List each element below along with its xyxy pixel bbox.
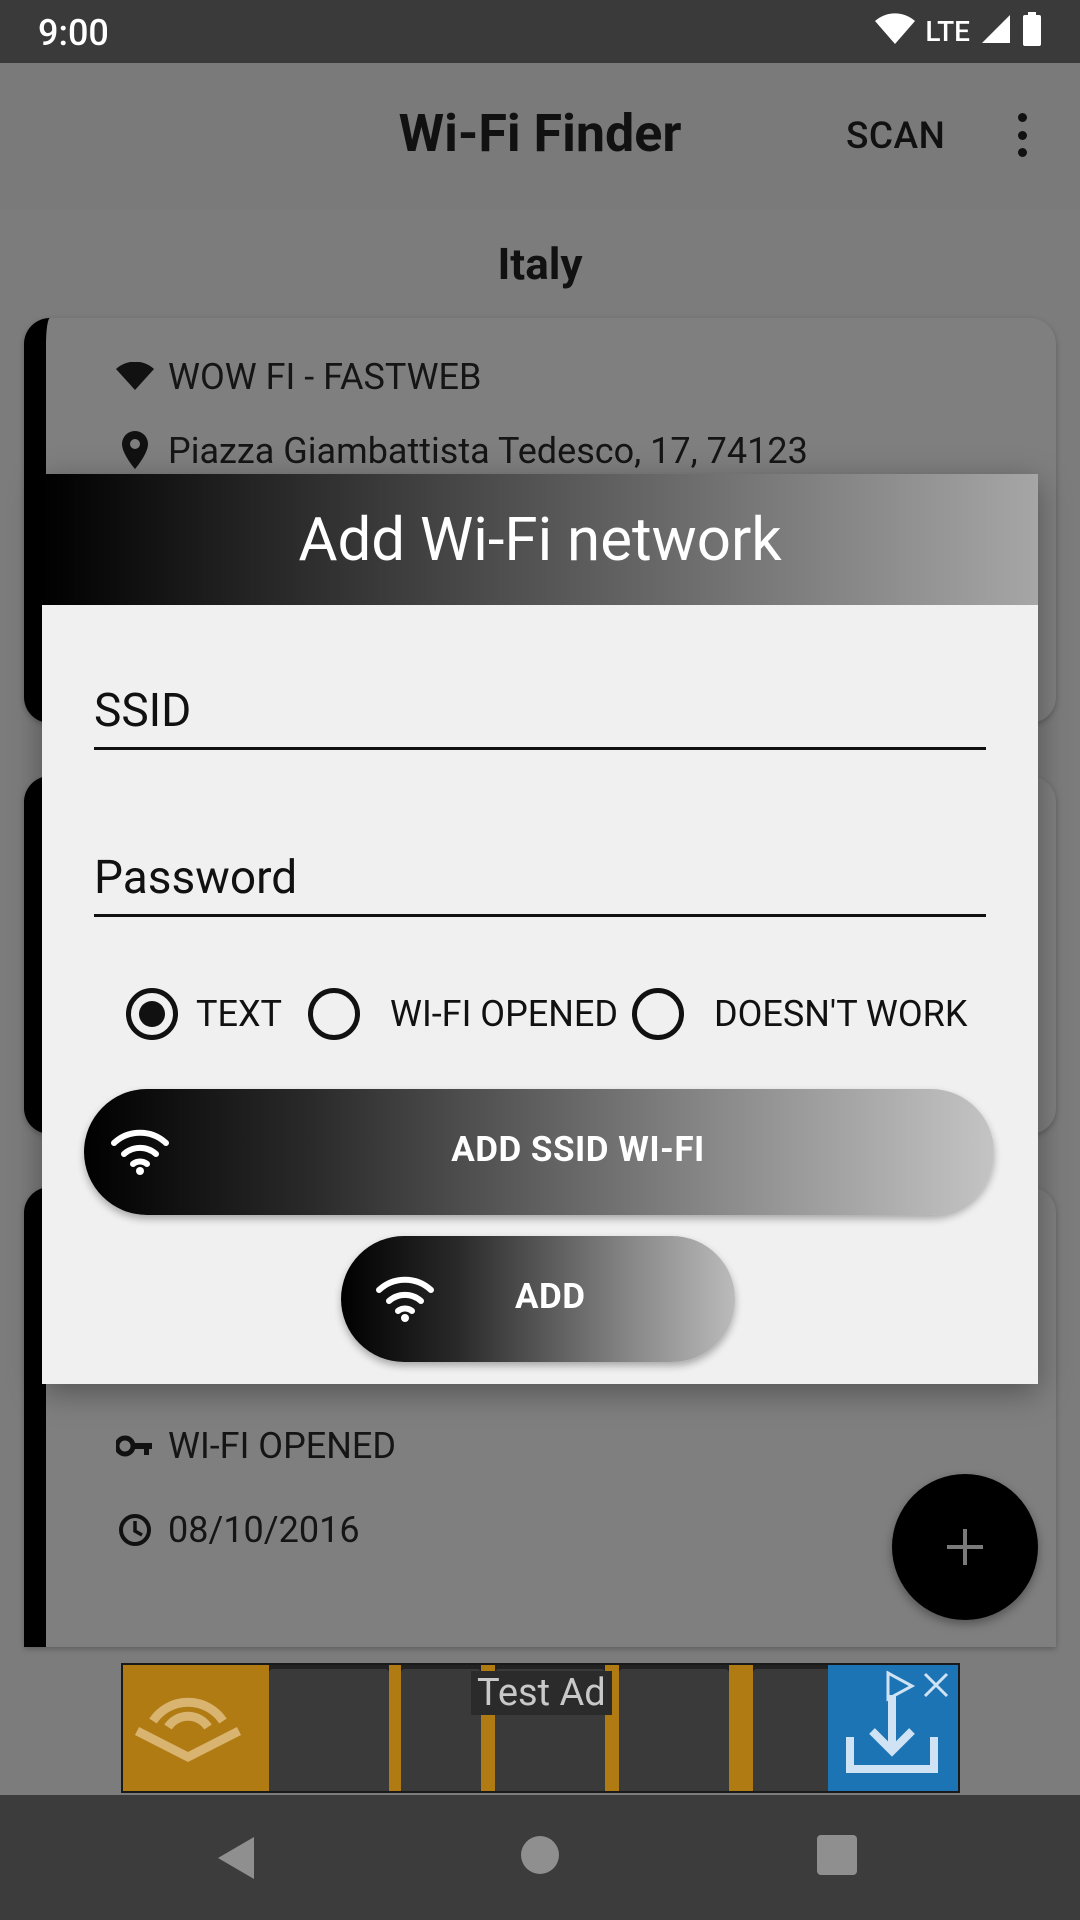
key-icon: [116, 1427, 154, 1465]
radio-unselected-icon: [308, 988, 360, 1040]
radio-unselected-icon: [632, 988, 685, 1040]
card-address-row: Piazza Giambattista Tedesco, 17, 74123: [116, 430, 808, 472]
card-network-row: WOW FI - FASTWEB: [116, 356, 481, 398]
dialog-title: Add Wi-Fi network: [298, 504, 782, 575]
navigation-bar: [0, 1795, 1080, 1920]
ssid-input[interactable]: [94, 684, 986, 738]
scan-button[interactable]: SCAN: [846, 115, 945, 158]
audible-logo-icon: [134, 1697, 242, 1763]
wifi-icon: [116, 358, 154, 396]
add-button[interactable]: ADD: [341, 1236, 735, 1362]
add-label: ADD: [515, 1276, 586, 1317]
ssid-field: [94, 684, 986, 750]
radio-label: DOESN'T WORK: [714, 993, 968, 1035]
ad-logo-panel: [123, 1665, 253, 1791]
battery-icon: [1022, 12, 1042, 50]
card-date-row: 08/10/2016: [116, 1509, 360, 1551]
add-ssid-wifi-label: ADD SSID WI-FI: [451, 1129, 705, 1170]
add-network-dialog: Add Wi-Fi network TEXT WI-FI OPENED DOES…: [42, 474, 1038, 1384]
wifi-signal-icon: [875, 13, 916, 49]
more-options-icon[interactable]: [1012, 113, 1032, 157]
adchoices-icon[interactable]: [882, 1669, 916, 1707]
ad-screenshot: [753, 1669, 833, 1791]
ad-screenshot: [269, 1669, 389, 1791]
back-icon[interactable]: [214, 1835, 260, 1881]
recents-icon[interactable]: [817, 1835, 857, 1875]
radio-label: TEXT: [196, 993, 282, 1035]
clock-icon: [116, 1511, 154, 1549]
location-pin-icon: [116, 431, 154, 470]
network-type: LTE: [925, 14, 970, 48]
ad-screenshot: [401, 1669, 481, 1791]
app-bar: Wi-Fi Finder SCAN: [0, 63, 1080, 210]
ad-label: Test Ad: [471, 1671, 612, 1715]
radio-doesnt-work[interactable]: DOESN'T WORK: [632, 988, 967, 1040]
password-field: [94, 851, 986, 917]
radio-label: WI-FI OPENED: [390, 993, 619, 1035]
radio-selected-icon: [126, 988, 178, 1040]
ad-banner[interactable]: Test Ad: [121, 1663, 960, 1793]
card-date: 08/10/2016: [168, 1509, 360, 1551]
status-bar: 9:00 LTE: [0, 0, 1080, 63]
password-input[interactable]: [94, 851, 986, 905]
status-icons: LTE: [875, 12, 1042, 50]
ad-screenshot: [619, 1669, 729, 1791]
card-network-name: WOW FI - FASTWEB: [168, 356, 482, 398]
status-time: 9:00: [38, 12, 109, 54]
radio-text[interactable]: TEXT: [126, 988, 282, 1040]
home-icon[interactable]: [520, 1835, 560, 1875]
plus-icon: [947, 1529, 983, 1565]
ad-close-icon[interactable]: [920, 1669, 952, 1705]
add-network-fab[interactable]: [892, 1474, 1038, 1620]
wifi-icon: [376, 1276, 434, 1322]
card-address: Piazza Giambattista Tedesco, 17, 74123: [168, 430, 808, 472]
cell-signal-icon: [980, 13, 1012, 49]
card-security: WI-FI OPENED: [168, 1425, 397, 1467]
dialog-header: Add Wi-Fi network: [42, 474, 1038, 605]
security-radio-group: TEXT WI-FI OPENED DOESN'T WORK: [126, 986, 967, 1042]
section-title: Italy: [497, 238, 583, 290]
card-security-row: WI-FI OPENED: [116, 1425, 396, 1467]
radio-wifi-opened[interactable]: WI-FI OPENED: [308, 988, 618, 1040]
add-ssid-wifi-button[interactable]: ADD SSID WI-FI: [84, 1089, 994, 1215]
